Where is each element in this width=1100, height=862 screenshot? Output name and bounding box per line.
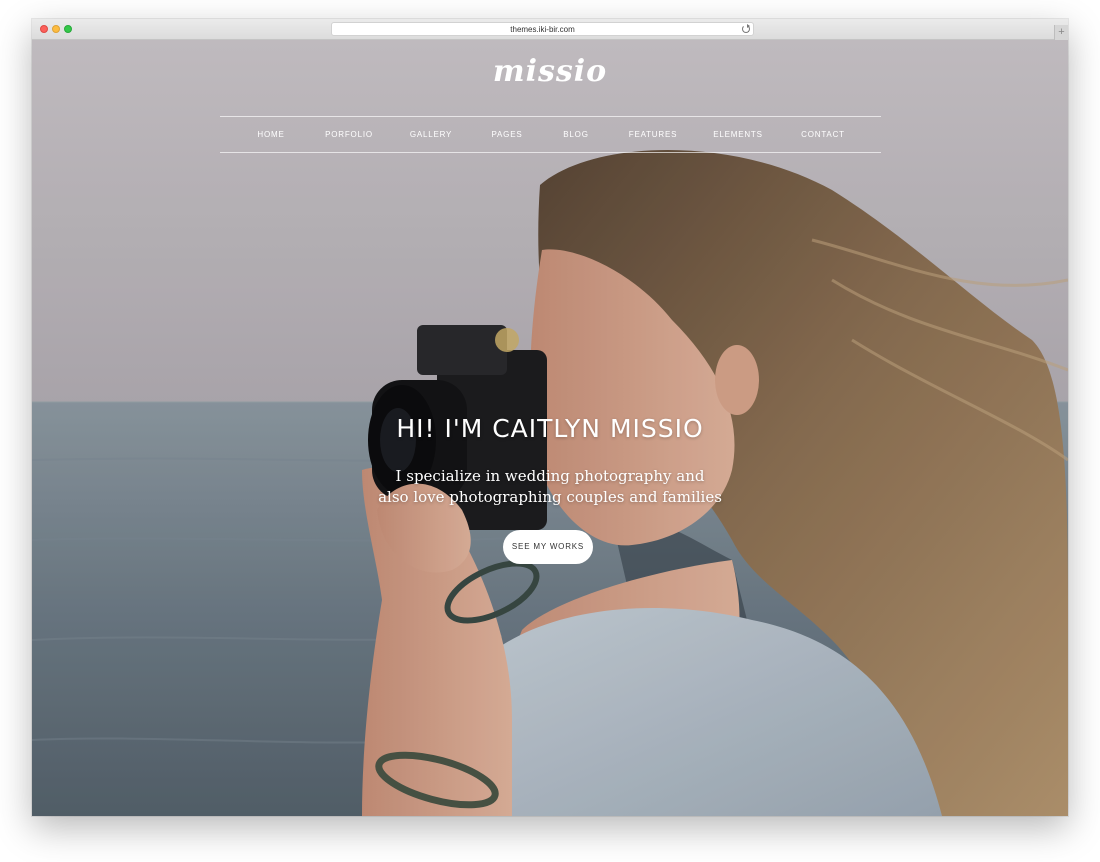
site-logo[interactable]: missio — [32, 54, 1068, 89]
browser-toolbar: themes.iki-bir.com + — [32, 19, 1068, 40]
address-bar[interactable]: themes.iki-bir.com — [331, 22, 754, 36]
see-my-works-button[interactable]: SEE MY WORKS — [503, 530, 593, 564]
nav-item-home[interactable]: HOME — [257, 117, 284, 152]
hero-title: HI! I'M CAITLYN MISSIO — [396, 414, 704, 443]
minimize-window-button[interactable] — [52, 25, 60, 33]
nav-item-features[interactable]: FEATURES — [629, 117, 677, 152]
nav-item-contact[interactable]: CONTACT — [801, 117, 845, 152]
browser-window: themes.iki-bir.com + missio HOME PORFOLI… — [32, 19, 1068, 816]
new-tab-button[interactable]: + — [1054, 25, 1068, 40]
maximize-window-button[interactable] — [64, 25, 72, 33]
nav-item-blog[interactable]: BLOG — [563, 117, 588, 152]
nav-item-gallery[interactable]: GALLERY — [410, 117, 452, 152]
nav-item-pages[interactable]: PAGES — [492, 117, 523, 152]
nav-item-porfolio[interactable]: PORFOLIO — [325, 117, 373, 152]
close-window-button[interactable] — [40, 25, 48, 33]
hero-subtitle-line-2: also love photographing couples and fami… — [378, 488, 722, 506]
hero-subtitle-line-1: I specialize in wedding photography and — [395, 467, 705, 485]
hero-section: missio HOME PORFOLIO GALLERY PAGES BLOG … — [32, 40, 1068, 816]
address-bar-url: themes.iki-bir.com — [510, 25, 575, 34]
reload-icon[interactable] — [742, 24, 750, 33]
main-navigation: HOME PORFOLIO GALLERY PAGES BLOG FEATURE… — [220, 116, 881, 153]
nav-item-elements[interactable]: ELEMENTS — [713, 117, 763, 152]
